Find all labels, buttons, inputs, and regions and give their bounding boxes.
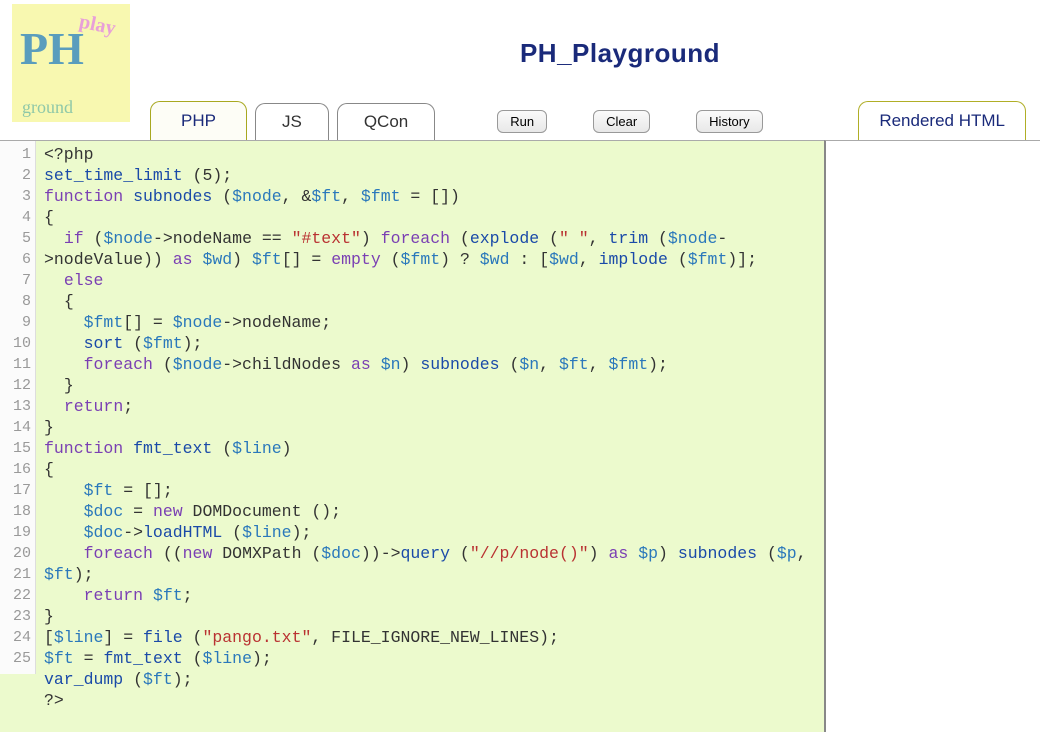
code-line[interactable]: foreach ($node->childNodes as $n) subnod… bbox=[44, 354, 818, 375]
line-number: 8 bbox=[0, 291, 31, 312]
code-line[interactable]: $ft = fmt_text ($line); bbox=[44, 648, 818, 669]
code-editor[interactable]: 1234567891011121314151617181920212223242… bbox=[0, 140, 824, 732]
line-number: 22 bbox=[0, 585, 31, 606]
code-line[interactable]: { bbox=[44, 291, 818, 312]
tabs-row: PHP JS QCon Run Clear History Rendered H… bbox=[0, 101, 1040, 140]
code-line[interactable]: $ft = []; bbox=[44, 480, 818, 501]
logo-letters: PH bbox=[20, 22, 84, 75]
code-line[interactable]: [$line] = file ("pango.txt", FILE_IGNORE… bbox=[44, 627, 818, 648]
line-number: 20 bbox=[0, 543, 31, 564]
code-line[interactable]: } bbox=[44, 417, 818, 438]
code-line[interactable]: { bbox=[44, 459, 818, 480]
line-number: 11 bbox=[0, 354, 31, 375]
line-number: 21 bbox=[0, 564, 31, 585]
line-number: 16 bbox=[0, 459, 31, 480]
code-line[interactable]: function subnodes ($node, &$ft, $fmt = [… bbox=[44, 186, 818, 207]
header: PH play ground PH_Playground PHP JS QCon… bbox=[0, 0, 1040, 140]
page-title: PH_Playground bbox=[520, 38, 720, 69]
clear-button[interactable]: Clear bbox=[593, 110, 650, 133]
code-line[interactable]: function fmt_text ($line) bbox=[44, 438, 818, 459]
line-number: 24 bbox=[0, 627, 31, 648]
line-number: 9 bbox=[0, 312, 31, 333]
code-line[interactable]: if ($node->nodeName == "#text") foreach … bbox=[44, 228, 818, 270]
code-line[interactable]: var_dump ($ft); bbox=[44, 669, 818, 690]
output-panel bbox=[824, 140, 1040, 732]
code-line[interactable]: set_time_limit (5); bbox=[44, 165, 818, 186]
code-line[interactable]: $fmt[] = $node->nodeName; bbox=[44, 312, 818, 333]
tab-rendered-html[interactable]: Rendered HTML bbox=[858, 101, 1026, 140]
line-number: 18 bbox=[0, 501, 31, 522]
line-number: 19 bbox=[0, 522, 31, 543]
line-number: 17 bbox=[0, 480, 31, 501]
line-number: 4 bbox=[0, 207, 31, 228]
code-line[interactable]: else bbox=[44, 270, 818, 291]
line-number: 13 bbox=[0, 396, 31, 417]
code-line[interactable]: foreach ((new DOMXPath ($doc))->query ("… bbox=[44, 543, 818, 585]
code-line[interactable]: } bbox=[44, 375, 818, 396]
code-line[interactable]: ?> bbox=[44, 690, 818, 711]
code-text[interactable]: <?phpset_time_limit (5);function subnode… bbox=[38, 141, 824, 717]
line-number: 14 bbox=[0, 417, 31, 438]
history-button[interactable]: History bbox=[696, 110, 762, 133]
line-number: 23 bbox=[0, 606, 31, 627]
line-gutter: 1234567891011121314151617181920212223242… bbox=[0, 141, 36, 674]
action-buttons: Run Clear History bbox=[495, 110, 764, 140]
line-number: 15 bbox=[0, 438, 31, 459]
line-number: 12 bbox=[0, 375, 31, 396]
line-number: 10 bbox=[0, 333, 31, 354]
tab-qcon[interactable]: QCon bbox=[337, 103, 435, 140]
code-line[interactable]: sort ($fmt); bbox=[44, 333, 818, 354]
line-number: 3 bbox=[0, 186, 31, 207]
line-number: 5 bbox=[0, 228, 31, 249]
code-line[interactable]: $doc->loadHTML ($line); bbox=[44, 522, 818, 543]
code-line[interactable]: { bbox=[44, 207, 818, 228]
line-number: 2 bbox=[0, 165, 31, 186]
line-number: 7 bbox=[0, 270, 31, 291]
run-button[interactable]: Run bbox=[497, 110, 547, 133]
tab-js[interactable]: JS bbox=[255, 103, 329, 140]
code-line[interactable]: } bbox=[44, 606, 818, 627]
line-number: 1 bbox=[0, 144, 31, 165]
line-number: 6 bbox=[0, 249, 31, 270]
code-line[interactable]: <?php bbox=[44, 144, 818, 165]
main: 1234567891011121314151617181920212223242… bbox=[0, 140, 1040, 732]
code-line[interactable]: return $ft; bbox=[44, 585, 818, 606]
line-number: 25 bbox=[0, 648, 31, 669]
code-line[interactable]: return; bbox=[44, 396, 818, 417]
tab-php[interactable]: PHP bbox=[150, 101, 247, 140]
code-line[interactable]: $doc = new DOMDocument (); bbox=[44, 501, 818, 522]
